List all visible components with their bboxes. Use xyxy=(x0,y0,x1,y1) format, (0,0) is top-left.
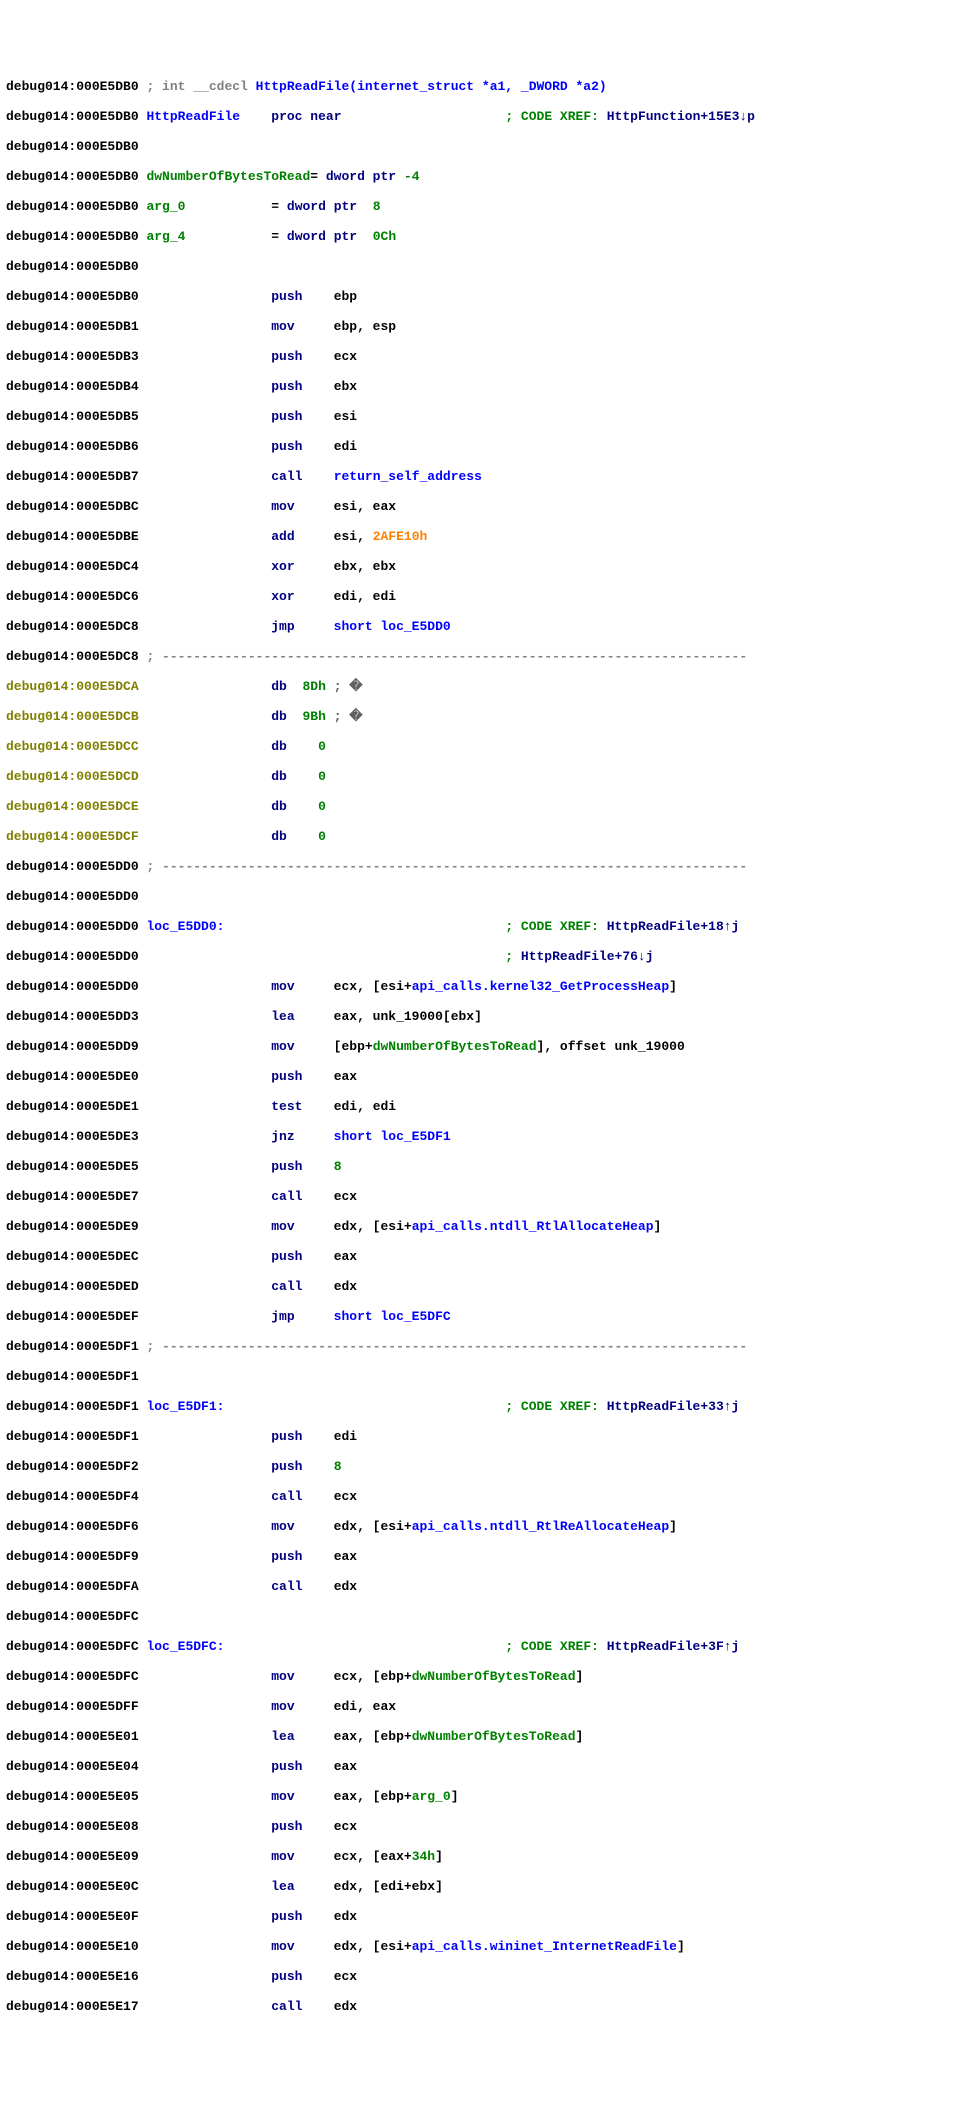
disasm-line[interactable]: debug014:000E5E08 push ecx xyxy=(6,1819,967,1834)
disasm-line[interactable]: debug014:000E5DE0 push eax xyxy=(6,1069,967,1084)
disasm-line[interactable]: debug014:000E5DF4 call ecx xyxy=(6,1489,967,1504)
disasm-line[interactable]: debug014:000E5E05 mov eax, [ebp+arg_0] xyxy=(6,1789,967,1804)
disasm-line[interactable]: debug014:000E5DE1 test edi, edi xyxy=(6,1099,967,1114)
disasm-line[interactable]: debug014:000E5DED call edx xyxy=(6,1279,967,1294)
disasm-line[interactable]: debug014:000E5DB5 push esi xyxy=(6,409,967,424)
disasm-line[interactable]: debug014:000E5DB0 arg_0 = dword ptr 8 xyxy=(6,199,967,214)
disasm-line[interactable]: debug014:000E5DC8 ; --------------------… xyxy=(6,649,967,664)
disassembly-listing: debug014:000E5DB0 ; int __cdecl HttpRead… xyxy=(6,64,967,2029)
disasm-line[interactable]: debug014:000E5E09 mov ecx, [eax+34h] xyxy=(6,1849,967,1864)
disasm-line[interactable]: debug014:000E5DD0 xyxy=(6,889,967,904)
disasm-line[interactable]: debug014:000E5DBE add esi, 2AFE10h xyxy=(6,529,967,544)
disasm-line[interactable]: debug014:000E5DB0 xyxy=(6,259,967,274)
disasm-line[interactable]: debug014:000E5DFC xyxy=(6,1609,967,1624)
disasm-line[interactable]: debug014:000E5DB7 call return_self_addre… xyxy=(6,469,967,484)
disasm-line[interactable]: debug014:000E5E04 push eax xyxy=(6,1759,967,1774)
disasm-line[interactable]: debug014:000E5DE3 jnz short loc_E5DF1 xyxy=(6,1129,967,1144)
disasm-line[interactable]: debug014:000E5DCF db 0 xyxy=(6,829,967,844)
disasm-line[interactable]: debug014:000E5DF1 loc_E5DF1: ; CODE XREF… xyxy=(6,1399,967,1414)
disasm-line[interactable]: debug014:000E5DF2 push 8 xyxy=(6,1459,967,1474)
disasm-line[interactable]: debug014:000E5E17 call edx xyxy=(6,1999,967,2014)
disasm-line[interactable]: debug014:000E5DBC mov esi, eax xyxy=(6,499,967,514)
disasm-line[interactable]: debug014:000E5DFF mov edi, eax xyxy=(6,1699,967,1714)
disasm-line[interactable]: debug014:000E5DB0 xyxy=(6,139,967,154)
disasm-line[interactable]: debug014:000E5DB0 ; int __cdecl HttpRead… xyxy=(6,79,967,94)
disasm-line[interactable]: debug014:000E5DEF jmp short loc_E5DFC xyxy=(6,1309,967,1324)
disasm-line[interactable]: debug014:000E5DB3 push ecx xyxy=(6,349,967,364)
disasm-line[interactable]: debug014:000E5E0F push edx xyxy=(6,1909,967,1924)
disasm-line[interactable]: debug014:000E5DFC loc_E5DFC: ; CODE XREF… xyxy=(6,1639,967,1654)
disasm-line[interactable]: debug014:000E5DFC mov ecx, [ebp+dwNumber… xyxy=(6,1669,967,1684)
disasm-line[interactable]: debug014:000E5DFA call edx xyxy=(6,1579,967,1594)
disasm-line[interactable]: debug014:000E5DC6 xor edi, edi xyxy=(6,589,967,604)
disasm-line[interactable]: debug014:000E5DB0 dwNumberOfBytesToRead=… xyxy=(6,169,967,184)
disasm-line[interactable]: debug014:000E5DE9 mov edx, [esi+api_call… xyxy=(6,1219,967,1234)
disasm-line[interactable]: debug014:000E5DE5 push 8 xyxy=(6,1159,967,1174)
disasm-line[interactable]: debug014:000E5DD3 lea eax, unk_19000[ebx… xyxy=(6,1009,967,1024)
disasm-line[interactable]: debug014:000E5DCE db 0 xyxy=(6,799,967,814)
disasm-line[interactable]: debug014:000E5DE7 call ecx xyxy=(6,1189,967,1204)
disasm-line[interactable]: debug014:000E5DEC push eax xyxy=(6,1249,967,1264)
disasm-line[interactable]: debug014:000E5DCB db 9Bh ; � xyxy=(6,709,967,724)
disasm-line[interactable]: debug014:000E5E01 lea eax, [ebp+dwNumber… xyxy=(6,1729,967,1744)
disasm-line[interactable]: debug014:000E5DB4 push ebx xyxy=(6,379,967,394)
disasm-line[interactable]: debug014:000E5DF1 ; --------------------… xyxy=(6,1339,967,1354)
disasm-line[interactable]: debug014:000E5E0C lea edx, [edi+ebx] xyxy=(6,1879,967,1894)
disasm-line[interactable]: debug014:000E5DD9 mov [ebp+dwNumberOfByt… xyxy=(6,1039,967,1054)
disasm-line[interactable]: debug014:000E5DB0 push ebp xyxy=(6,289,967,304)
disasm-line[interactable]: debug014:000E5DD0 ; HttpReadFile+76↓j xyxy=(6,949,967,964)
disasm-line[interactable]: debug014:000E5DF6 mov edx, [esi+api_call… xyxy=(6,1519,967,1534)
disasm-line[interactable]: debug014:000E5DB1 mov ebp, esp xyxy=(6,319,967,334)
disasm-line[interactable]: debug014:000E5DD0 mov ecx, [esi+api_call… xyxy=(6,979,967,994)
disasm-line[interactable]: debug014:000E5DCD db 0 xyxy=(6,769,967,784)
disasm-line[interactable]: debug014:000E5DB0 arg_4 = dword ptr 0Ch xyxy=(6,229,967,244)
disasm-line[interactable]: debug014:000E5DCC db 0 xyxy=(6,739,967,754)
disasm-line[interactable]: debug014:000E5DCA db 8Dh ; � xyxy=(6,679,967,694)
disasm-line[interactable]: debug014:000E5DC4 xor ebx, ebx xyxy=(6,559,967,574)
disasm-line[interactable]: debug014:000E5DF1 xyxy=(6,1369,967,1384)
disasm-line[interactable]: debug014:000E5DC8 jmp short loc_E5DD0 xyxy=(6,619,967,634)
disasm-line[interactable]: debug014:000E5E10 mov edx, [esi+api_call… xyxy=(6,1939,967,1954)
disasm-line[interactable]: debug014:000E5E16 push ecx xyxy=(6,1969,967,1984)
disasm-line[interactable]: debug014:000E5DD0 ; --------------------… xyxy=(6,859,967,874)
disasm-line[interactable]: debug014:000E5DF9 push eax xyxy=(6,1549,967,1564)
disasm-line[interactable]: debug014:000E5DF1 push edi xyxy=(6,1429,967,1444)
disasm-line[interactable]: debug014:000E5DB0 HttpReadFile proc near… xyxy=(6,109,967,124)
disasm-line[interactable]: debug014:000E5DD0 loc_E5DD0: ; CODE XREF… xyxy=(6,919,967,934)
disasm-line[interactable]: debug014:000E5DB6 push edi xyxy=(6,439,967,454)
